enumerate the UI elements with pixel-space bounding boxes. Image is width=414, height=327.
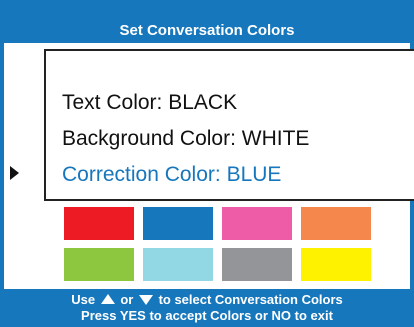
instruction-line-1: Use or to select Conversation Colors: [0, 292, 414, 308]
up-arrow-icon: [100, 294, 115, 305]
instruction-line-2: Press YES to accept Colors or NO to exit: [81, 308, 333, 323]
instruction-prefix: Use: [71, 292, 96, 307]
correction-color-label: Correction Color:: [62, 163, 221, 186]
swatch-pink[interactable]: [222, 207, 292, 240]
text-color-value: BLACK: [168, 91, 238, 114]
swatch-red[interactable]: [64, 207, 134, 240]
text-color-label: Text Color:: [62, 91, 163, 114]
correction-color-setting[interactable]: Correction Color: BLUE: [62, 163, 281, 187]
instruction-suffix: to select Conversation Colors: [158, 292, 343, 307]
color-swatch-grid: [64, 207, 371, 281]
swatch-light-blue[interactable]: [143, 248, 213, 281]
swatch-green[interactable]: [64, 248, 134, 281]
conversation-colors-screen: Set Conversation Colors Text Color: BLAC…: [0, 0, 414, 327]
swatch-gray[interactable]: [222, 248, 292, 281]
instructions-footer: Use or to select Conversation Colors Pre…: [0, 289, 414, 327]
correction-color-value: BLUE: [226, 163, 282, 186]
selection-pointer-icon: [10, 166, 19, 180]
content-panel: Text Color: BLACK Background Color: WHIT…: [4, 43, 414, 289]
background-color-label: Background Color:: [62, 127, 236, 150]
background-color-setting[interactable]: Background Color: WHITE: [62, 127, 309, 151]
color-settings-box: Text Color: BLACK Background Color: WHIT…: [44, 49, 414, 201]
text-color-setting[interactable]: Text Color: BLACK: [62, 91, 237, 115]
swatch-yellow[interactable]: [301, 248, 371, 281]
swatch-orange[interactable]: [301, 207, 371, 240]
instruction-mid: or: [120, 292, 134, 307]
swatch-blue[interactable]: [143, 207, 213, 240]
down-arrow-icon: [138, 294, 153, 305]
background-color-value: WHITE: [241, 127, 310, 150]
